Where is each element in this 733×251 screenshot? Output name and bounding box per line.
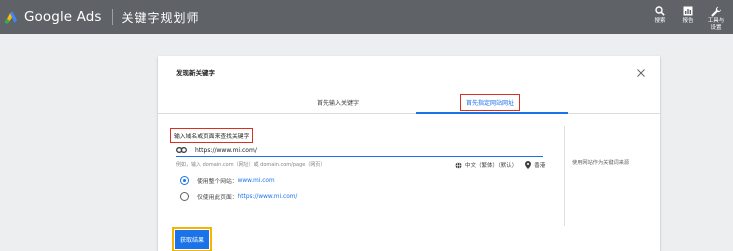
- vertical-divider: [564, 126, 565, 226]
- search-label: 搜索: [654, 18, 666, 24]
- radio-unselected-icon: [180, 192, 189, 201]
- tool-title: 关键字规划师: [121, 10, 200, 25]
- tab-start-with-website-label: 首先指定网站网址: [459, 93, 520, 111]
- radio-entire-site-value: www.mi.com: [237, 177, 275, 184]
- side-note: 使用网站作为关键词来源: [572, 160, 630, 166]
- radio-entire-site-label: 使用整个网站：: [197, 179, 238, 185]
- radio-this-page-label: 仅使用此页面：: [197, 195, 238, 201]
- discover-keywords-card: 发现新关键字 首先输入关键字 首先指定网站网址 输入域名或页面来查找关键字 ht…: [158, 56, 660, 251]
- tab-start-with-keywords[interactable]: 首先输入关键字: [278, 90, 398, 114]
- close-icon[interactable]: [636, 63, 646, 77]
- top-bar: Google Ads 关键字规划师 搜索 报告 工具与 设置: [0, 0, 733, 34]
- location-pin-icon: [525, 161, 532, 169]
- tab-start-with-keywords-label: 首先输入关键字: [316, 99, 359, 107]
- tools-settings-button[interactable]: 工具与 设置: [703, 0, 729, 32]
- get-results-button[interactable]: 获取结果: [175, 230, 210, 249]
- header-actions: 搜索 报告 工具与 设置: [645, 0, 729, 34]
- domain-field-label: 输入域名或页面来查找关键字: [170, 128, 254, 143]
- search-icon: [655, 5, 665, 17]
- active-tab-indicator: [416, 112, 568, 114]
- url-hint: 例如，输入 domain.com（网址）或 domain.com/page（网页…: [176, 162, 326, 168]
- header-divider: [111, 9, 113, 25]
- brand-name: Google Ads: [24, 9, 102, 25]
- radio-selected-icon: [180, 176, 189, 185]
- submit-highlight: 获取结果: [172, 227, 213, 251]
- language-icon: [455, 161, 462, 169]
- location-value: 香港: [534, 163, 546, 169]
- google-ads-logo[interactable]: Google Ads: [4, 9, 102, 25]
- reports-icon: [683, 5, 693, 17]
- language-value: 中文（繁体）（默认）: [465, 163, 518, 169]
- url-value: https://www.mi.com/: [195, 146, 257, 154]
- reports-button[interactable]: 报告: [675, 0, 701, 25]
- language-location-selector[interactable]: 中文（繁体）（默认） 香港: [455, 161, 545, 169]
- tab-bar: 首先输入关键字 首先指定网站网址: [158, 90, 660, 114]
- url-input[interactable]: https://www.mi.com/: [176, 144, 543, 157]
- radio-entire-site[interactable]: 使用整个网站： www.mi.com: [180, 176, 275, 185]
- search-button[interactable]: 搜索: [647, 0, 673, 25]
- radio-this-page-only[interactable]: 仅使用此页面： https://www.mi.com/: [180, 192, 297, 201]
- tools-settings-label: 工具与 设置: [707, 18, 725, 31]
- radio-this-page-value: https://www.mi.com/: [237, 193, 298, 200]
- google-ads-logo-icon: [4, 11, 17, 24]
- card-title: 发现新关键字: [176, 69, 215, 77]
- reports-label: 报告: [682, 18, 694, 24]
- link-icon: [176, 147, 187, 153]
- wrench-icon: [710, 5, 722, 17]
- tab-start-with-website[interactable]: 首先指定网站网址: [446, 90, 534, 114]
